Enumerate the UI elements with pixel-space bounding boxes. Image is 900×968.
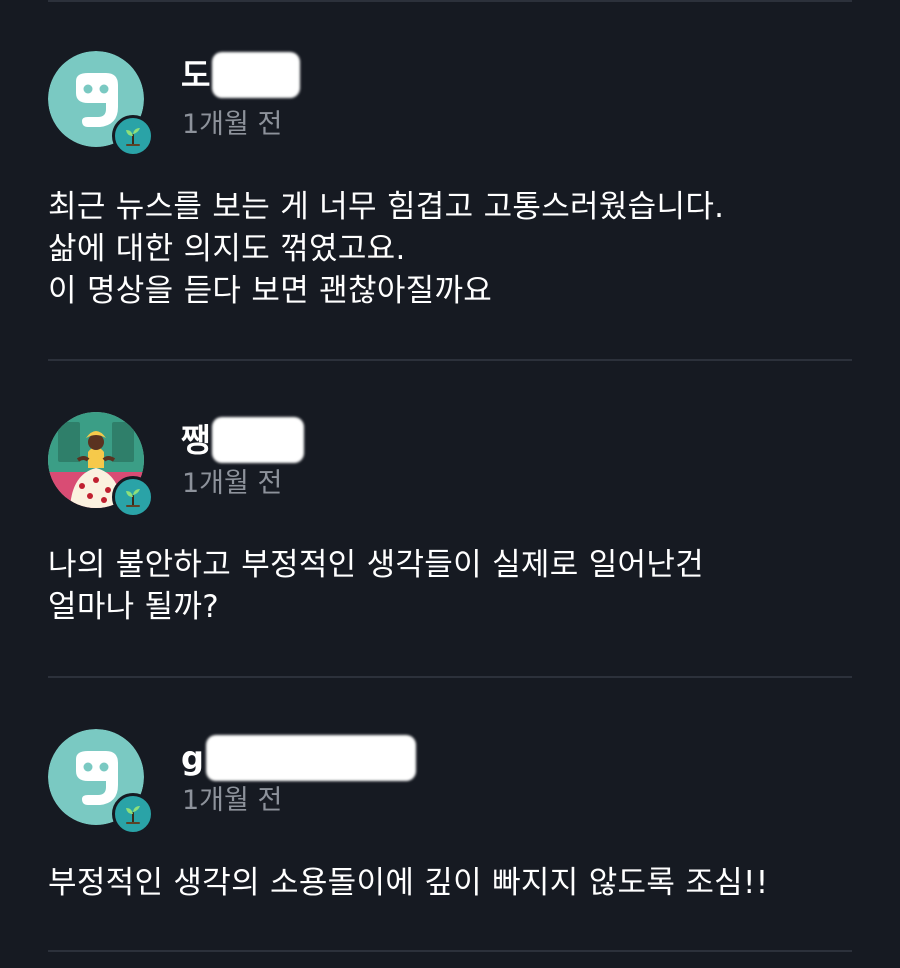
- username-text: 도: [181, 56, 211, 94]
- comment-text: 나의 불안하고 부정적인 생각들이 실제로 일어난건 얼마나 될까?: [48, 547, 704, 625]
- redacted-name: [205, 735, 416, 781]
- sprout-icon: [112, 793, 154, 835]
- redacted-name: [212, 417, 305, 463]
- username-text: 쨍: [181, 421, 211, 459]
- divider: [48, 676, 852, 678]
- avatar[interactable]: [48, 729, 154, 835]
- timestamp: 1개월 전: [182, 109, 283, 140]
- comment-text: 최근 뉴스를 보는 게 너무 힘겹고 고통스러웠습니다. 삶에 대한 의지도 꺾…: [48, 189, 725, 309]
- timestamp: 1개월 전: [182, 468, 283, 499]
- timestamp: 1개월 전: [182, 785, 283, 816]
- username[interactable]: 도: [181, 52, 301, 98]
- sprout-icon: [112, 476, 154, 518]
- divider: [48, 359, 852, 361]
- username-text: g: [181, 739, 204, 777]
- divider: [48, 0, 852, 2]
- username[interactable]: 쨍: [181, 417, 305, 463]
- sprout-icon: [112, 115, 154, 157]
- comment-text: 부정적인 생각의 소용돌이에 깊이 빠지지 않도록 조심!!: [48, 865, 769, 901]
- divider: [48, 950, 852, 952]
- username[interactable]: g: [181, 735, 416, 781]
- avatar[interactable]: [48, 412, 154, 518]
- redacted-name: [212, 52, 301, 98]
- avatar[interactable]: [48, 51, 154, 157]
